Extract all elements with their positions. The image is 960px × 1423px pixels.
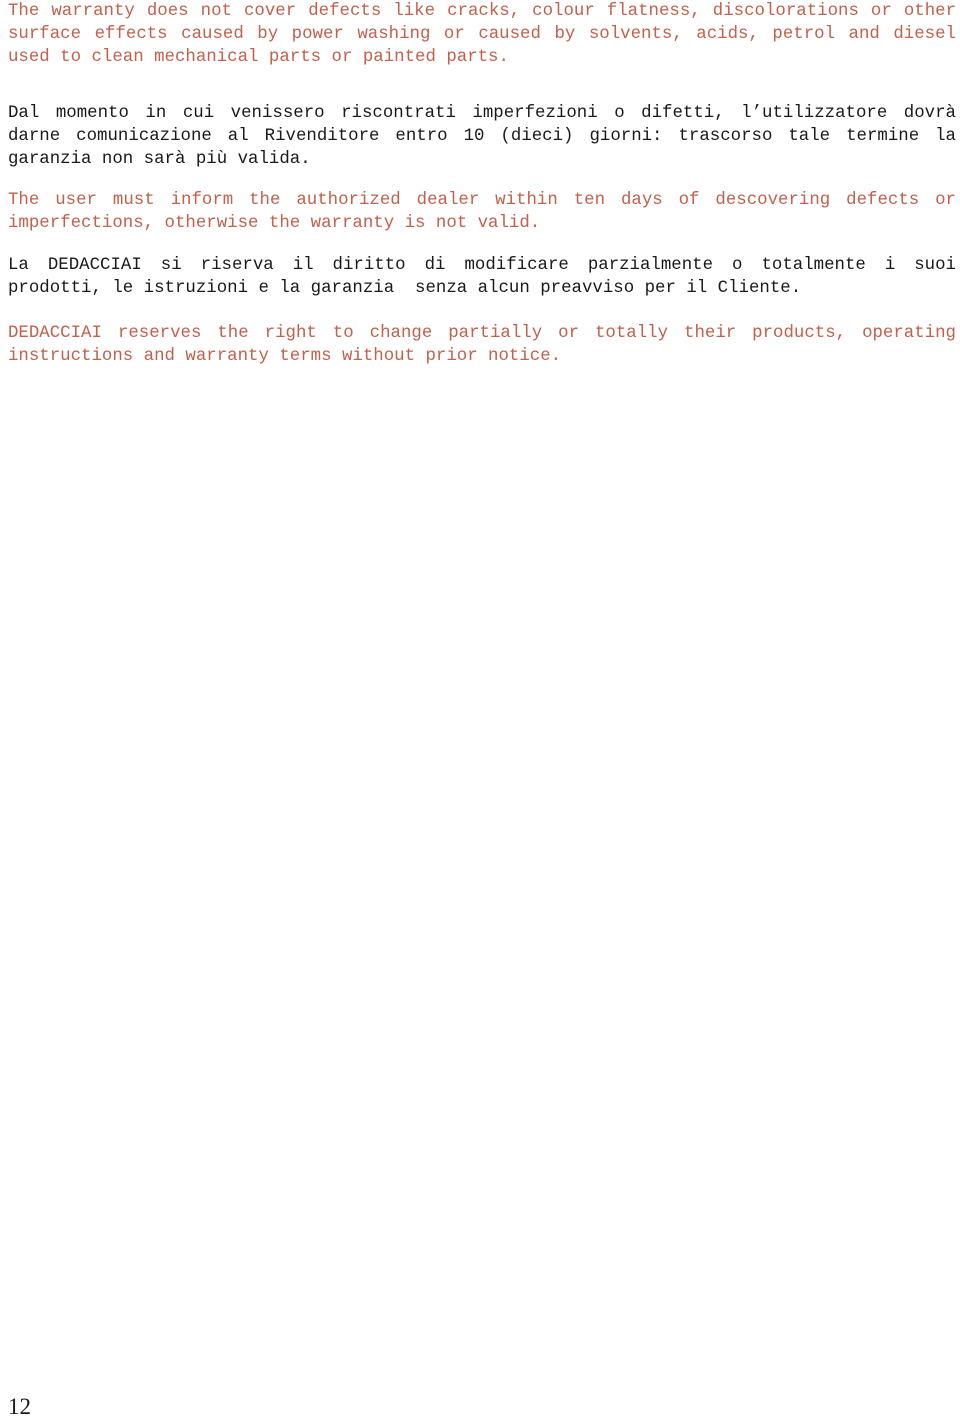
page-number: 12 xyxy=(8,1394,31,1419)
document-page: The warranty does not cover defects like… xyxy=(0,0,960,1423)
paragraph-right-to-change-it: La DEDACCIAI si riserva il diritto di mo… xyxy=(8,256,956,298)
paragraph-warranty-exclusions-en: The warranty does not cover defects like… xyxy=(8,2,956,67)
paragraph-defect-notification-en: The user must inform the authorized deal… xyxy=(8,191,956,233)
paragraph-defect-notification-it: Dal momento in cui venissero riscontrati… xyxy=(8,104,956,169)
page-content: The warranty does not cover defects like… xyxy=(8,0,956,368)
paragraph-right-to-change-en: DEDACCIAI reserves the right to change p… xyxy=(8,324,956,366)
